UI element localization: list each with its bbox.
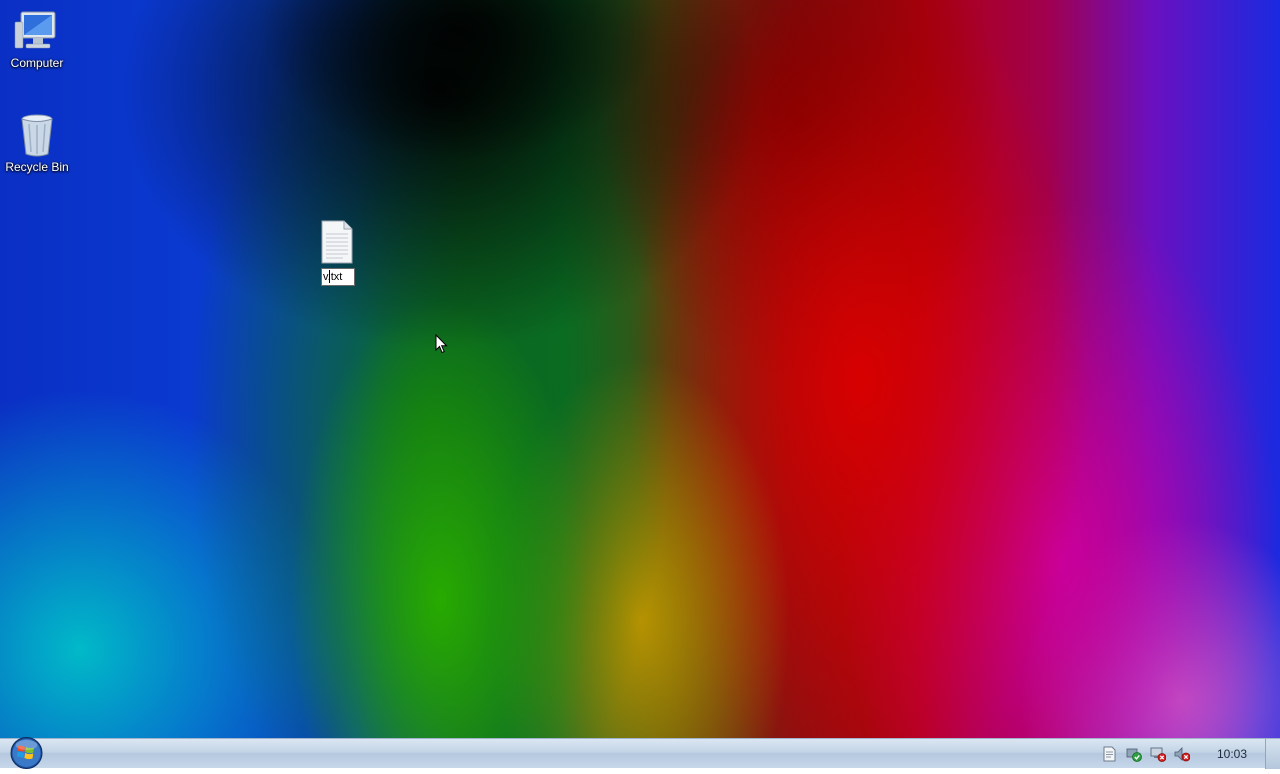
mouse-pointer-icon [435,334,448,354]
security-icon[interactable] [1126,746,1142,762]
desktop-background[interactable]: Computer Recycle Bin v.txt [0,0,1280,738]
text-caret [329,270,330,283]
desktop-icon-computer[interactable]: Computer [0,8,74,70]
desktop-icon-recycle-bin[interactable]: Recycle Bin [0,112,74,174]
action-center-icon[interactable] [1101,746,1117,762]
start-button[interactable] [8,736,45,770]
taskbar-clock[interactable]: 10:03 [1210,739,1254,769]
rename-textbox[interactable]: v.txt [321,268,355,286]
desktop-icon-text-file[interactable] [318,220,356,264]
wallpaper-watermark [205,0,220,24]
desktop-icon-label: Recycle Bin [5,160,69,174]
volume-muted-icon[interactable] [1174,746,1190,762]
desktop-icon-label: Computer [10,56,64,70]
computer-icon [14,11,56,49]
network-icon[interactable] [1150,746,1166,762]
recycle-bin-icon [21,114,53,157]
taskbar: 10:03 [0,736,1280,770]
text-file-icon [321,220,353,264]
show-desktop-button[interactable] [1265,739,1280,769]
windows-orb-icon [10,737,43,769]
